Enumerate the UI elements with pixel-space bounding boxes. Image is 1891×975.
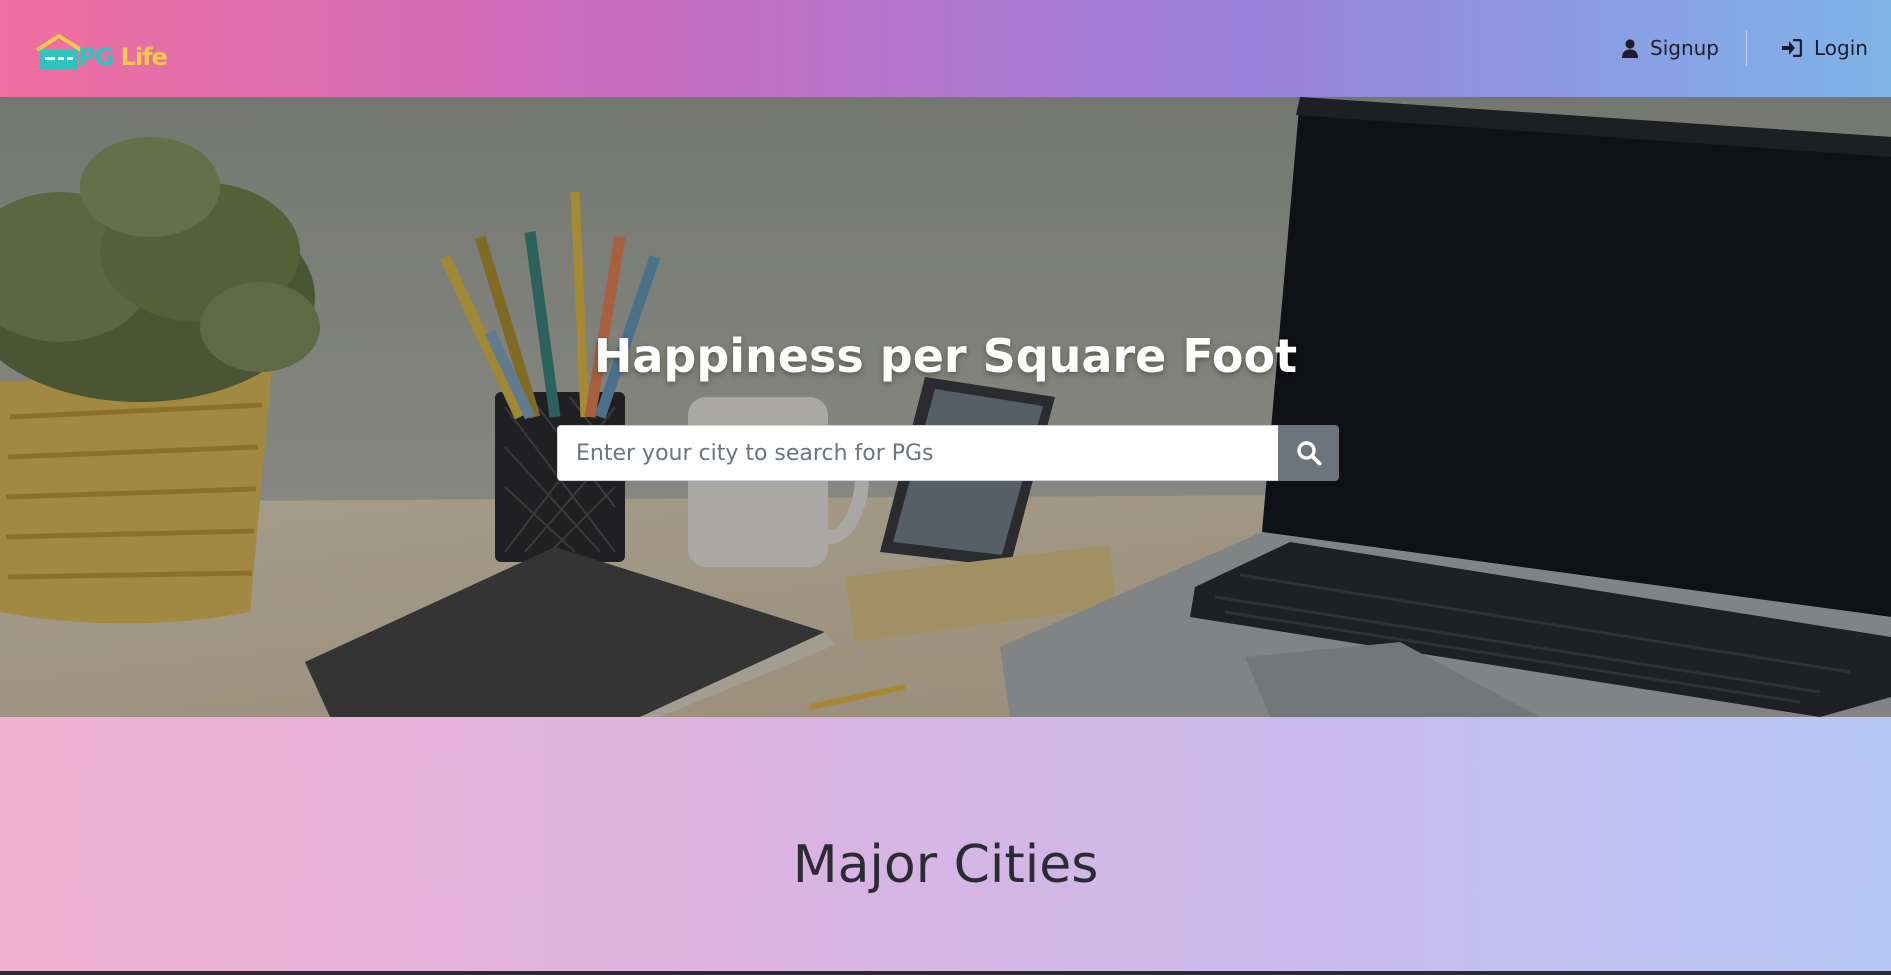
major-cities-section: Major Cities (0, 717, 1891, 975)
city-search-input[interactable] (557, 425, 1278, 481)
city-search-form (557, 425, 1339, 481)
signup-link[interactable]: Signup (1622, 30, 1719, 66)
brand-name-pg: PG (78, 43, 114, 71)
login-label: Login (1814, 36, 1868, 60)
page-bottom-border (0, 971, 1891, 975)
hero-section: Happiness per Square Foot (0, 97, 1891, 717)
major-cities-heading: Major Cities (792, 835, 1099, 895)
login-link[interactable]: Login (1782, 30, 1868, 66)
search-icon (1296, 441, 1321, 466)
house-icon (35, 34, 83, 70)
nav-divider (1746, 31, 1747, 66)
hero-title: Happiness per Square Foot (593, 329, 1298, 383)
navbar: PG Life Signup Login (0, 0, 1891, 97)
search-button[interactable] (1278, 425, 1339, 481)
brand-name: PG Life (78, 42, 168, 72)
sign-in-icon (1782, 39, 1802, 57)
hero-overlay (0, 97, 1891, 717)
signup-label: Signup (1650, 36, 1719, 60)
brand-logo[interactable]: PG Life (34, 28, 168, 72)
brand-name-life: Life (120, 43, 168, 71)
user-icon (1622, 38, 1638, 58)
